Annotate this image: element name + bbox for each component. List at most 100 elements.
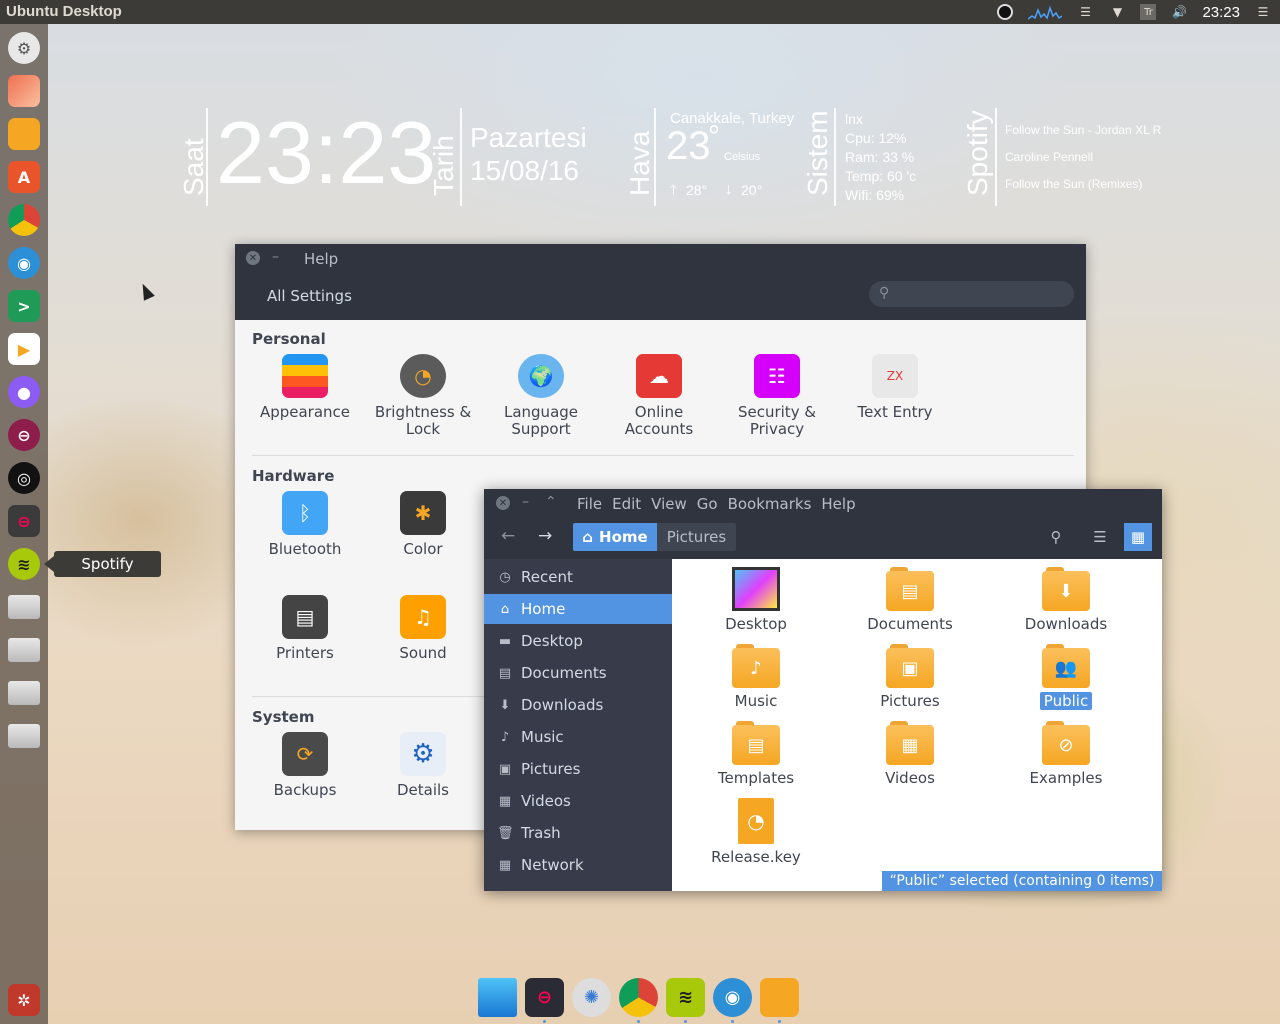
bluetooth-item[interactable]: ᛒ Bluetooth [250,491,360,558]
file-item-documents[interactable]: ▤ Documents [850,567,970,633]
color-icon: ✱ [400,491,446,535]
toggle-app-icon[interactable]: ⊖ [8,419,40,451]
file-item-templates[interactable]: ▤ Templates [696,721,816,787]
breadcrumb-pictures[interactable]: Pictures [657,523,736,551]
online-accounts-item[interactable]: ☁ Online Accounts [604,354,714,438]
spotify-label: Spotify [962,110,993,196]
file-item-downloads[interactable]: ⬇ Downloads [1006,567,1126,633]
menu-bookmarks[interactable]: Bookmarks [728,495,812,513]
vpn-icon[interactable]: ◉ [8,247,40,279]
wifi-icon[interactable]: ▼ [1108,4,1126,20]
search-input[interactable]: ⚲ [869,281,1074,307]
file-item-pictures[interactable]: ▣ Pictures [850,644,970,710]
sidebar-item-music[interactable]: ♪ Music [484,722,672,752]
search-icon[interactable]: ⚲ [1042,523,1070,551]
files-icon[interactable] [760,978,799,1023]
sidebar-item-videos[interactable]: ▦ Videos [484,786,672,816]
drop-app-icon[interactable]: ● [8,376,40,408]
sidebar-item-network[interactable]: ▦ Network [484,850,672,880]
temp-high: 28° [686,182,708,198]
sidebar-item-pictures[interactable]: ▣ Pictures [484,754,672,784]
menu-go[interactable]: Go [697,495,718,513]
shutter-icon[interactable]: ✺ [572,978,611,1017]
menu-view[interactable]: View [651,495,687,513]
details-item[interactable]: ⚙ Details [368,732,478,799]
sidebar-item-home[interactable]: ⌂ Home [484,594,672,624]
system-monitor-icon[interactable] [1028,4,1063,20]
minimize-icon[interactable]: – [272,249,279,265]
volume-icon[interactable]: 🔊 [1170,4,1188,20]
sidebar-item-downloads[interactable]: ⬇ Downloads [484,690,672,720]
files-titlebar: ✕ – ⌃ File Edit View Go Bookmarks Help ←… [484,489,1162,559]
file-item-public[interactable]: 👥 Public [1006,644,1126,710]
terminal-icon[interactable]: > [8,290,40,322]
clock[interactable]: 23:23 [1202,4,1240,21]
gear-icon: ⚙ [400,732,446,776]
sidebar-item-trash[interactable]: 🗑 Trash [484,818,672,848]
session-menu-icon[interactable]: ☰ [1254,4,1272,20]
file-item-music[interactable]: ♪ Music [696,644,816,710]
file-item-desktop[interactable]: Desktop [696,567,816,633]
minimize-icon[interactable]: – [522,494,529,510]
color-item[interactable]: ✱ Color [368,491,478,558]
menu-list-icon[interactable]: ☰ [1076,4,1094,20]
menu-file[interactable]: File [577,495,602,513]
forward-arrow-icon[interactable]: → [538,526,552,546]
drive-icon[interactable] [8,681,40,705]
chrome-icon[interactable] [619,978,658,1023]
menu-bar: File Edit View Go Bookmarks Help [577,495,856,513]
file-item-videos[interactable]: ▦ Videos [850,721,970,787]
sidebar-item-documents[interactable]: ▤ Documents [484,658,672,688]
window-menu-help[interactable]: Help [304,250,338,268]
chrome-icon[interactable] [8,204,40,236]
weather-temp: 23 [666,124,711,168]
list-view-icon[interactable]: ☰ [1086,523,1114,551]
drive-icon[interactable] [8,638,40,662]
sidebar-item-desktop[interactable]: ▬ Desktop [484,626,672,656]
backups-item[interactable]: ⟳ Backups [250,732,360,799]
menu-help[interactable]: Help [821,495,855,513]
show-desktop-icon[interactable] [478,978,517,1017]
media-player-icon[interactable]: ▶ [8,333,40,365]
menu-edit[interactable]: Edit [612,495,641,513]
app-indicator-icon[interactable] [996,4,1014,20]
spotify-icon[interactable]: ≋ [8,548,40,580]
arrow-down-icon: 🡓 [725,182,732,197]
appearance-item[interactable]: Appearance [250,354,360,421]
file-item-examples[interactable]: ⊘ Examples [1006,721,1126,787]
brightness-lock-item[interactable]: ◔ Brightness & Lock [368,354,478,438]
time-display: 23:23 [216,103,437,202]
drive-icon[interactable] [8,595,40,619]
vpn-icon[interactable]: ◉ [713,978,752,1023]
software-center-icon[interactable]: A [8,161,40,193]
top-panel: Ubuntu Desktop ☰ ▼ Tr 🔊 23:23 ☰ [0,0,1280,24]
close-icon[interactable]: ✕ [496,496,510,510]
printers-item[interactable]: ▤ Printers [250,595,360,662]
all-settings-button[interactable]: All Settings [267,287,352,305]
section-personal: Personal [252,330,326,348]
home-icon: ⌂ [500,601,510,617]
obs-app-icon[interactable]: ◎ [8,462,40,494]
keyboard-layout-icon[interactable]: Tr [1140,4,1157,20]
file-item-release-key[interactable]: ◔ Release.key [696,798,816,866]
close-icon[interactable]: ✕ [246,251,260,265]
rec-app-icon[interactable]: ⊖ [525,978,564,1023]
spotify-icon[interactable]: ≋ [666,978,705,1023]
app-icon-office[interactable] [8,75,40,107]
sidebar-item-recent[interactable]: ◷ Recent [484,562,672,592]
maximize-icon[interactable]: ⌃ [545,494,557,510]
file-manager-window: ✕ – ⌃ File Edit View Go Bookmarks Help ←… [484,489,1162,891]
text-entry-item[interactable]: ZX Text Entry [840,354,950,421]
files-icon[interactable] [8,118,40,150]
grid-view-icon[interactable]: ▦ [1124,523,1152,551]
sound-item[interactable]: ♫ Sound [368,595,478,662]
breadcrumb-home[interactable]: ⌂ Home [573,523,657,551]
drive-icon[interactable] [8,724,40,748]
back-arrow-icon[interactable]: ← [501,526,515,546]
globe-icon: 🌍 [518,354,564,398]
dash-icon[interactable]: ⚙ [8,32,40,64]
rec-app-icon[interactable]: ⊖ [8,505,40,537]
security-privacy-item[interactable]: ☷ Security & Privacy [722,354,832,438]
language-support-item[interactable]: 🌍 Language Support [486,354,596,438]
trash-icon[interactable]: ✲ [8,984,40,1016]
